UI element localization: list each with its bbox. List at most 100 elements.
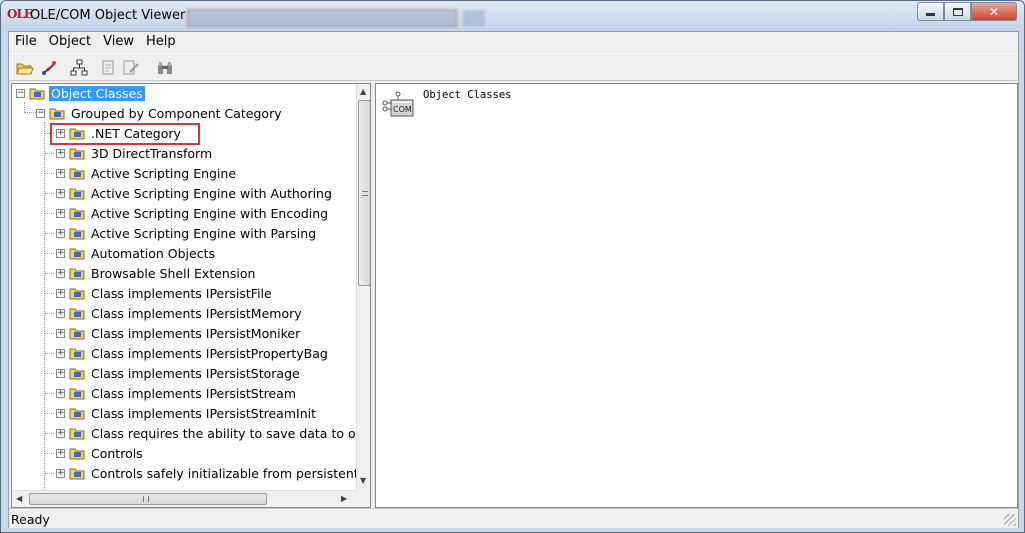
app-window: OLE OLE/COM Object Viewer ✕ File Object … bbox=[0, 0, 1025, 533]
scroll-left-icon[interactable]: ◀ bbox=[16, 494, 22, 503]
tree-connector bbox=[44, 122, 45, 490]
menu-help[interactable]: Help bbox=[140, 32, 182, 52]
tree-item-category[interactable]: + Class implements IPersistMoniker bbox=[56, 324, 302, 342]
expand-icon[interactable]: + bbox=[56, 408, 65, 418]
expand-icon[interactable]: + bbox=[56, 248, 65, 258]
expand-icon[interactable]: + bbox=[56, 428, 65, 438]
expand-icon[interactable]: + bbox=[56, 168, 65, 178]
com-icon-label: COM bbox=[393, 105, 412, 114]
menu-object[interactable]: Object bbox=[43, 32, 97, 52]
expand-icon[interactable]: + bbox=[56, 368, 65, 378]
tree-item-category[interactable]: + Controls bbox=[56, 444, 145, 462]
tree-label: Active Scripting Engine with Authoring bbox=[91, 185, 332, 201]
tree-item-category[interactable]: + Class implements IPersistStreamInit bbox=[56, 404, 318, 422]
status-text: Ready bbox=[11, 512, 50, 527]
view-type-info-button[interactable] bbox=[69, 58, 89, 78]
bind-to-file-button[interactable] bbox=[39, 58, 59, 78]
tree-item-category[interactable]: + Active Scripting Engine with Encoding bbox=[56, 204, 330, 222]
folder-icon bbox=[69, 368, 85, 380]
scroll-up-icon[interactable]: ▲ bbox=[360, 87, 366, 96]
tree-connector bbox=[24, 102, 25, 112]
tree-connector bbox=[44, 453, 54, 454]
tree-connector bbox=[44, 433, 54, 434]
tree-item-category[interactable]: + Active Scripting Engine with Parsing bbox=[56, 224, 318, 242]
tree-connector bbox=[44, 173, 54, 174]
tree-group-component-category[interactable]: − Grouped by Component Category bbox=[36, 104, 284, 122]
folder-icon bbox=[49, 108, 65, 120]
menu-view[interactable]: View bbox=[97, 32, 140, 52]
edit-registry-button[interactable] bbox=[121, 58, 141, 78]
tree-item-category[interactable]: + Class requires the ability to save data… bbox=[56, 424, 356, 442]
tree-label: Class implements IPersistStorage bbox=[91, 365, 300, 381]
com-object-icon: COM bbox=[382, 91, 414, 117]
expand-icon[interactable]: + bbox=[56, 188, 65, 198]
tree-item-category[interactable]: + Browsable Shell Extension bbox=[56, 264, 257, 282]
folder-icon bbox=[69, 188, 85, 200]
folder-icon bbox=[69, 348, 85, 360]
expand-icon[interactable]: + bbox=[56, 288, 65, 298]
tree-connector bbox=[44, 273, 54, 274]
expand-icon[interactable]: + bbox=[56, 388, 65, 398]
tree-connector bbox=[44, 373, 54, 374]
copy-clsid-button[interactable] bbox=[99, 58, 119, 78]
scroll-down-icon[interactable]: ▼ bbox=[360, 476, 366, 485]
tree-root-object-classes[interactable]: − Object Classes bbox=[16, 84, 145, 102]
expand-icon[interactable]: + bbox=[56, 308, 65, 318]
object-tree: − Object Classes − Grouped by Component … bbox=[12, 84, 356, 490]
tree-vertical-scrollbar[interactable]: ▲ ▼ bbox=[356, 84, 370, 490]
open-folder-icon bbox=[16, 63, 34, 75]
tree-item-category[interactable]: + Class implements IPersistFile bbox=[56, 284, 274, 302]
tree-item-category[interactable]: + Controls safely initializable from pers… bbox=[56, 464, 356, 482]
folder-icon bbox=[69, 328, 85, 340]
tree-item-category[interactable]: + Automation Objects bbox=[56, 244, 217, 262]
collapse-icon[interactable]: − bbox=[36, 108, 45, 118]
client-area: File Object View Help − Object Classes −… bbox=[8, 31, 1019, 528]
tree-item-category[interactable]: + Class implements IPersistMemory bbox=[56, 304, 304, 322]
tree-item-category[interactable]: + Active Scripting Engine bbox=[56, 164, 238, 182]
folder-icon bbox=[69, 168, 85, 180]
tree-connector bbox=[44, 313, 54, 314]
horizontal-scroll-thumb[interactable] bbox=[29, 493, 267, 505]
title-bar[interactable]: OLE OLE/COM Object Viewer ✕ bbox=[1, 1, 1024, 31]
tree-connector bbox=[44, 473, 54, 474]
folder-icon bbox=[69, 448, 85, 460]
tree-connector bbox=[44, 253, 54, 254]
close-button[interactable]: ✕ bbox=[971, 2, 1017, 21]
tree-label: Automation Objects bbox=[91, 245, 215, 261]
maximize-button[interactable] bbox=[944, 2, 971, 21]
grip-icon bbox=[362, 191, 368, 196]
expand-icon[interactable]: + bbox=[56, 208, 65, 218]
open-folder-button[interactable] bbox=[15, 58, 35, 78]
menu-bar: File Object View Help bbox=[9, 32, 1018, 52]
close-icon: ✕ bbox=[988, 4, 1000, 19]
folder-icon bbox=[69, 388, 85, 400]
tree-horizontal-scrollbar[interactable]: ◀ ▶ bbox=[12, 490, 356, 507]
expand-icon[interactable]: + bbox=[56, 468, 65, 478]
view-type-info-icon bbox=[70, 59, 88, 76]
tree-label: Class implements IPersistMoniker bbox=[91, 325, 301, 341]
vertical-scroll-thumb[interactable] bbox=[358, 100, 370, 286]
folder-icon bbox=[69, 248, 85, 260]
collapse-icon[interactable]: − bbox=[16, 88, 25, 98]
scroll-right-icon[interactable]: ▶ bbox=[341, 494, 347, 503]
expand-icon[interactable]: + bbox=[56, 148, 65, 158]
tree-item-category[interactable]: + Class implements IPersistPropertyBag bbox=[56, 344, 330, 362]
detail-pane: COM Object Classes bbox=[375, 83, 1018, 508]
expand-icon[interactable]: + bbox=[56, 448, 65, 458]
tree-label: Class requires the ability to save data … bbox=[91, 425, 356, 441]
minimize-button[interactable] bbox=[917, 2, 944, 21]
tree-item-category[interactable]: +3D DirectTransform bbox=[56, 144, 214, 162]
expand-icon[interactable]: + bbox=[56, 268, 65, 278]
resize-grip-icon[interactable] bbox=[1004, 514, 1016, 526]
tree-connector bbox=[44, 213, 54, 214]
find-button[interactable] bbox=[155, 58, 175, 78]
tree-item-category[interactable]: + Class implements IPersistStorage bbox=[56, 364, 302, 382]
copy-clsid-icon bbox=[102, 60, 114, 75]
tree-item-category[interactable]: + Active Scripting Engine with Authoring bbox=[56, 184, 334, 202]
tree-item-category[interactable]: + Class implements IPersistStream bbox=[56, 384, 298, 402]
expand-icon[interactable]: + bbox=[56, 228, 65, 238]
expand-icon[interactable]: + bbox=[56, 348, 65, 358]
menu-file[interactable]: File bbox=[9, 32, 43, 52]
tree-connector bbox=[44, 333, 54, 334]
expand-icon[interactable]: + bbox=[56, 328, 65, 338]
